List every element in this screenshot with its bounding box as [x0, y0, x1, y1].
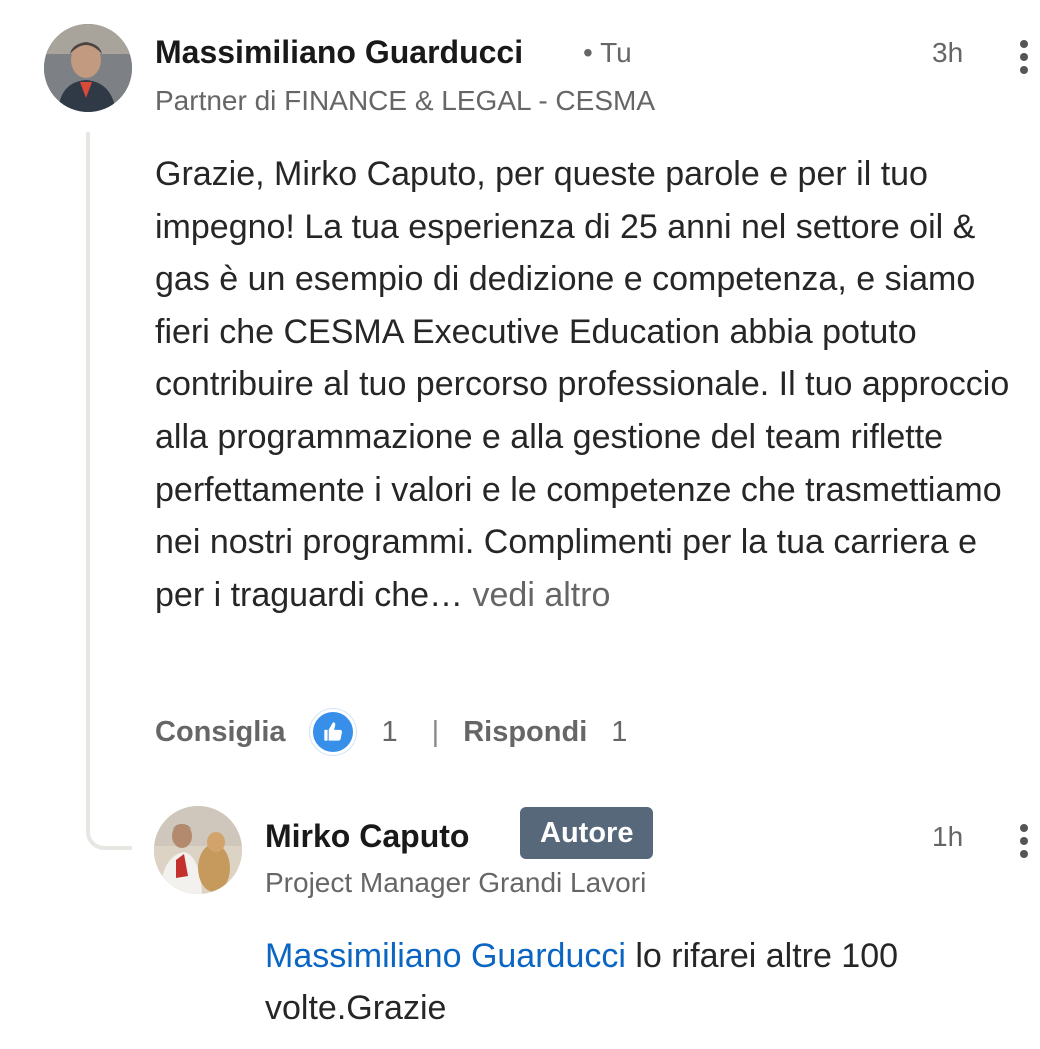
see-more-link[interactable]: vedi altro	[473, 576, 611, 614]
comment-actions: Consiglia 1 | Rispondi 1	[155, 709, 627, 755]
author-badge: Autore	[520, 807, 654, 859]
thread-connector-line	[86, 132, 132, 850]
comment-author-headline: Partner di FINANCE & LEGAL - CESMA	[155, 85, 655, 116]
comment-body: Grazie, Mirko Caputo, per queste parole …	[155, 148, 1035, 621]
action-separator: |	[431, 715, 440, 748]
comment-author-name[interactable]: Massimiliano Guarducci	[155, 32, 523, 72]
reply-body: Massimiliano Guarducci lo rifarei altre …	[265, 930, 1025, 1034]
like-count[interactable]: 1	[382, 716, 398, 749]
mention-link[interactable]: Massimiliano Guarducci	[265, 937, 626, 975]
comment-timestamp: 3h	[932, 37, 964, 68]
comment-more-options-icon[interactable]	[1018, 40, 1030, 79]
reply-count[interactable]: 1	[611, 716, 627, 749]
reply-author-headline: Project Manager Grandi Lavori	[265, 867, 647, 898]
reply-timestamp: 1h	[932, 821, 964, 852]
reply-author-avatar[interactable]	[154, 806, 242, 894]
reply-button[interactable]: Rispondi	[463, 716, 587, 749]
comment-author-avatar[interactable]	[44, 24, 132, 112]
like-button[interactable]: Consiglia	[155, 716, 286, 749]
reply-more-options-icon[interactable]	[1018, 824, 1030, 863]
comment-text: Grazie, Mirko Caputo, per queste parole …	[155, 155, 1010, 614]
comment-author-degree: • Tu	[583, 37, 632, 68]
reply-author-name[interactable]: Mirko Caputo	[265, 816, 469, 856]
like-icon[interactable]	[309, 709, 356, 755]
